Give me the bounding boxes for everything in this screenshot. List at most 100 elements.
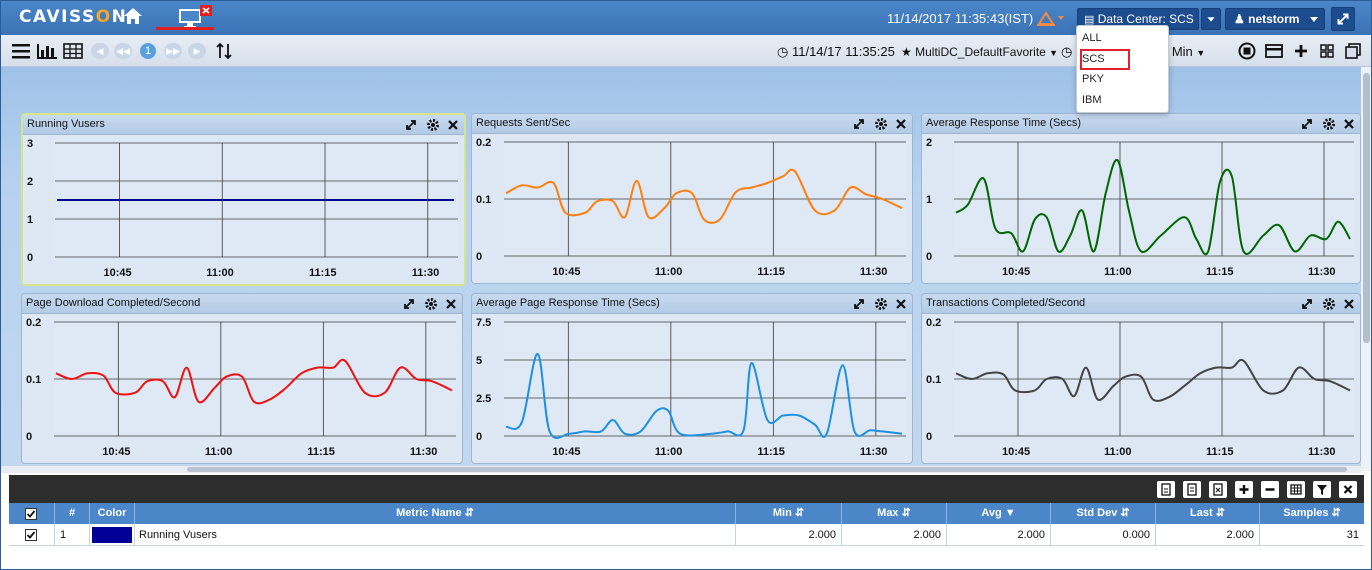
- vertical-scroll-thumb[interactable]: [1363, 73, 1370, 343]
- stop-icon[interactable]: [1238, 42, 1256, 60]
- expand-icon[interactable]: [852, 297, 866, 311]
- monitor-icon[interactable]: [177, 5, 213, 29]
- dropdown-item-ibm[interactable]: IBM: [1082, 94, 1102, 106]
- color-swatch[interactable]: [92, 527, 132, 543]
- favorite-selector[interactable]: ★ MultiDC_DefaultFavorite ▼: [901, 45, 1058, 59]
- filter-icon[interactable]: [1313, 481, 1331, 498]
- remove-row-icon[interactable]: [1261, 481, 1279, 498]
- xls-export-icon[interactable]: [1209, 481, 1227, 498]
- copy-window-icon[interactable]: [1344, 42, 1362, 60]
- column-last[interactable]: Last ⇵: [1156, 503, 1260, 524]
- expand-icon[interactable]: [402, 297, 416, 311]
- first-page-icon[interactable]: ◀: [91, 43, 109, 59]
- home-icon[interactable]: [123, 7, 143, 25]
- server-datetime: 11/14/2017 11:35:43(IST): [887, 11, 1034, 26]
- pdf-export-icon[interactable]: [1157, 481, 1175, 498]
- column-max[interactable]: Max ⇵: [842, 503, 947, 524]
- settings-icon[interactable]: [1322, 117, 1336, 131]
- column-metric-name[interactable]: Metric Name ⇵: [135, 503, 736, 524]
- grid-layout-icon[interactable]: [1319, 42, 1335, 60]
- sort-icon: ⇵: [1215, 507, 1225, 519]
- sort-icon[interactable]: [216, 42, 232, 60]
- columns-icon[interactable]: [1287, 481, 1305, 498]
- row-select-cell[interactable]: [9, 524, 55, 546]
- panel-header[interactable]: Requests Sent/Sec: [472, 114, 912, 134]
- panel-running-vusers[interactable]: Running Vusers 3 2 1 0 10:45 11:00 11:15 11:30: [21, 113, 466, 286]
- column-min[interactable]: Min ⇵: [736, 503, 842, 524]
- x-tick-label: 10:45: [552, 266, 580, 278]
- interval-clock-icon[interactable]: ◷: [1061, 44, 1072, 60]
- row-max: 2.000: [842, 524, 947, 546]
- panel-header[interactable]: Running Vusers: [23, 115, 464, 135]
- horizontal-scroll-thumb[interactable]: [187, 467, 1347, 472]
- settings-icon[interactable]: [874, 297, 888, 311]
- x-tick-label: 11:30: [1308, 266, 1336, 278]
- y-tick-label: 0.1: [476, 194, 491, 206]
- select-all-cell[interactable]: [9, 503, 55, 524]
- row-checkbox[interactable]: [25, 529, 37, 541]
- settings-icon[interactable]: [1322, 297, 1336, 311]
- column-avg[interactable]: Avg ▼: [947, 503, 1051, 524]
- data-center-caret-icon[interactable]: [1201, 8, 1221, 30]
- expand-icon[interactable]: [852, 117, 866, 131]
- settings-icon[interactable]: [426, 118, 440, 132]
- bar-chart-icon[interactable]: [36, 42, 58, 60]
- close-icon[interactable]: [894, 117, 908, 131]
- page-number[interactable]: 1: [140, 43, 156, 59]
- column-color[interactable]: Color: [90, 503, 135, 524]
- panel-avg-page-response[interactable]: Average Page Response Time (Secs) 7.5 5 2.…: [471, 293, 913, 464]
- fullscreen-icon[interactable]: [1331, 7, 1355, 31]
- panel-page-download[interactable]: Page Download Completed/Second 0.2 0.1 0 10…: [21, 293, 463, 464]
- x-tick-label: 10:45: [103, 267, 131, 279]
- add-icon[interactable]: [1293, 42, 1309, 60]
- x-tick-label: 11:00: [655, 266, 683, 278]
- close-icon[interactable]: [446, 118, 460, 132]
- alert-icon[interactable]: [1036, 9, 1066, 27]
- doc-export-icon[interactable]: [1183, 481, 1201, 498]
- settings-icon[interactable]: [874, 117, 888, 131]
- expand-icon[interactable]: [1300, 297, 1314, 311]
- horizontal-scrollbar[interactable]: [1, 466, 1361, 473]
- close-icon[interactable]: [1339, 481, 1357, 498]
- vertical-scrollbar[interactable]: [1361, 67, 1371, 471]
- select-all-checkbox[interactable]: [25, 508, 37, 520]
- table-row[interactable]: 1 Running Vusers 2.000 2.000 2.000 0.000…: [9, 524, 1364, 546]
- expand-icon[interactable]: [1300, 117, 1314, 131]
- x-tick-label: 11:15: [757, 266, 785, 278]
- dropdown-item-all[interactable]: ALL: [1082, 32, 1102, 44]
- table-icon[interactable]: [63, 42, 83, 60]
- close-icon[interactable]: [1342, 297, 1356, 311]
- graph-time[interactable]: ◷ 11/14/17 11:35:25: [777, 44, 895, 60]
- panel-header[interactable]: Page Download Completed/Second: [22, 294, 462, 314]
- close-icon[interactable]: [894, 297, 908, 311]
- next-page-icon[interactable]: ▶▶: [164, 43, 182, 59]
- row-index: 1: [55, 524, 90, 546]
- last-page-icon[interactable]: ▶: [188, 43, 206, 59]
- panel-requests-sent[interactable]: Requests Sent/Sec 0.2 0.1 0 10:45 11:00 11:15…: [471, 113, 913, 284]
- settings-icon[interactable]: [424, 297, 438, 311]
- panel-transactions-completed[interactable]: Transactions Completed/Second 0.2 0.1 0 10:…: [921, 293, 1361, 464]
- close-icon[interactable]: [1342, 117, 1356, 131]
- close-icon[interactable]: [444, 297, 458, 311]
- panel-header[interactable]: Average Page Response Time (Secs): [472, 294, 912, 314]
- row-samples: 31: [1346, 529, 1359, 541]
- panel-header[interactable]: Transactions Completed/Second: [922, 294, 1360, 314]
- x-tick-label: 10:45: [102, 446, 130, 458]
- y-tick-label: 0.2: [26, 317, 41, 329]
- y-tick-label: 1: [27, 214, 33, 226]
- y-tick-label: 0: [476, 431, 482, 443]
- column-std-dev[interactable]: Std Dev ⇵: [1051, 503, 1156, 524]
- x-tick-label: 11:15: [1206, 446, 1234, 458]
- column-index[interactable]: #: [55, 503, 90, 524]
- panel-header[interactable]: Average Response Time (Secs): [922, 114, 1360, 134]
- column-samples[interactable]: Samples ⇵: [1260, 503, 1364, 524]
- dropdown-item-pky[interactable]: PKY: [1082, 73, 1104, 85]
- panel-avg-response-time[interactable]: Average Response Time (Secs) 2 1 0 10:45 11:…: [921, 113, 1361, 284]
- expand-icon[interactable]: [404, 118, 418, 132]
- caret-down-icon: ▼: [1196, 48, 1206, 58]
- prev-page-icon[interactable]: ◀◀: [114, 43, 132, 59]
- user-caret-icon[interactable]: [1303, 8, 1325, 30]
- menu-icon[interactable]: [11, 42, 31, 60]
- add-row-icon[interactable]: [1235, 481, 1253, 498]
- card-icon[interactable]: [1265, 42, 1283, 60]
